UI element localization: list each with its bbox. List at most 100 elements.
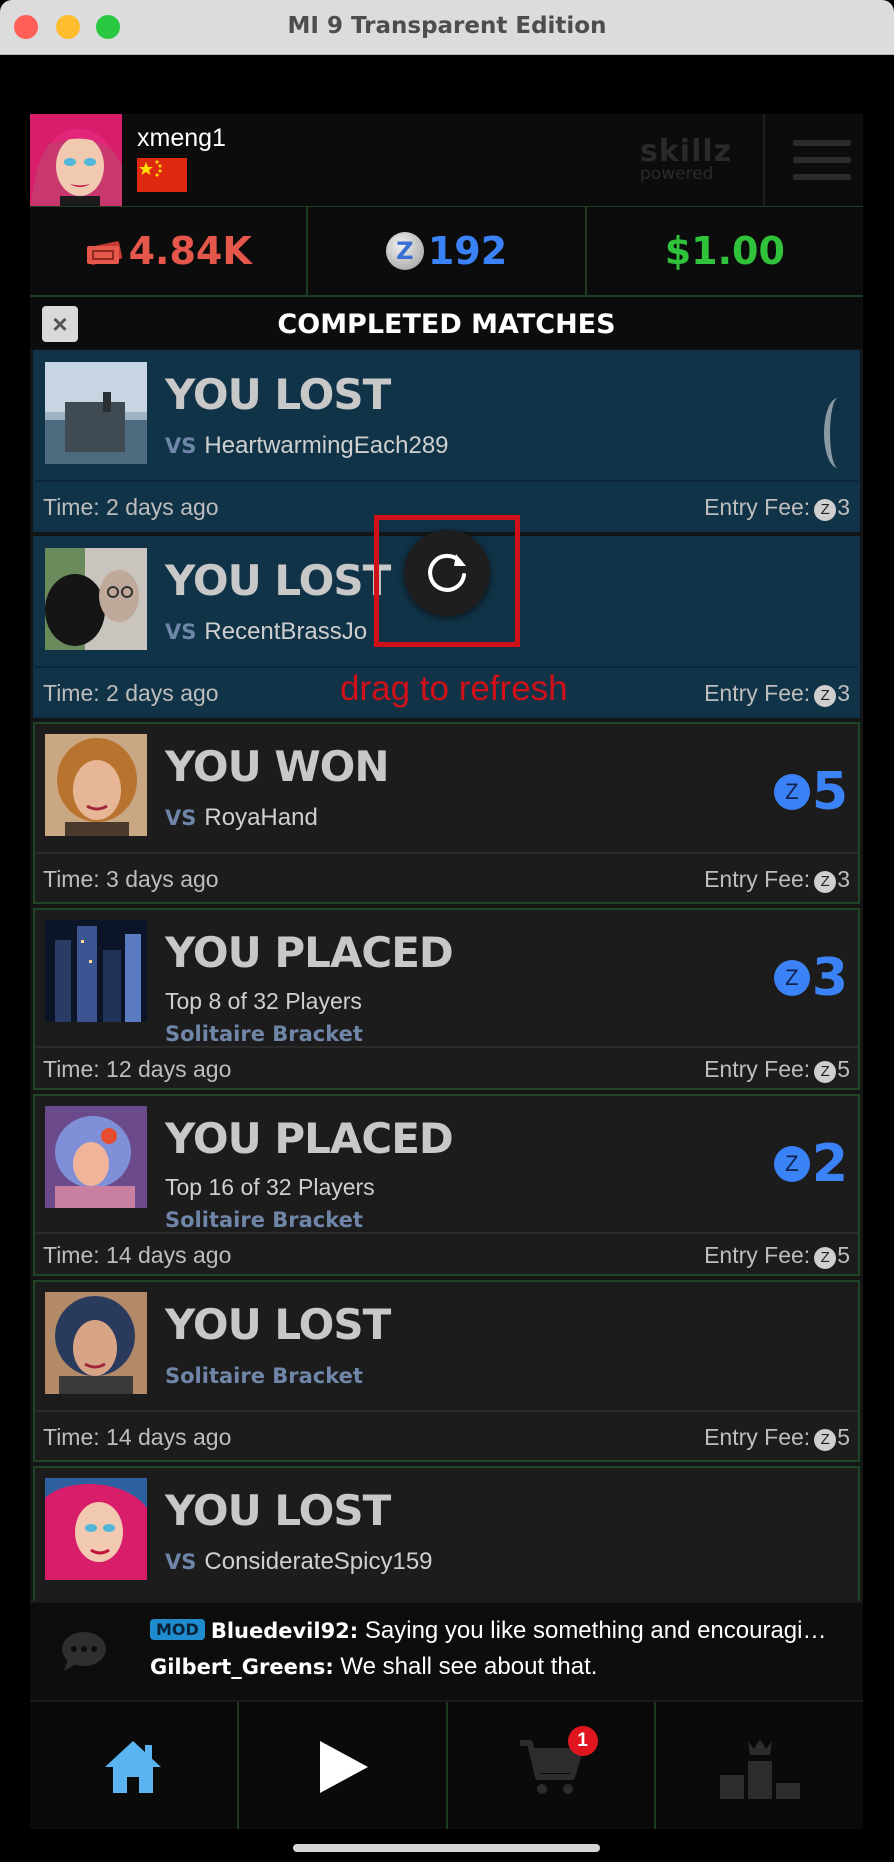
chat-ticker[interactable]: MOD Bluedevil92: Saying you like somethin… [30,1601,863,1701]
match-footer: Time: 3 days ago Entry Fee: Z 3 [35,852,858,906]
leaderboard-icon [719,1738,800,1799]
chat-message: MOD Bluedevil92: Saying you like somethin… [150,1617,850,1645]
match-card[interactable]: YOU WON VS RoyaHand Z5 Time: 3 days ago E… [33,722,860,904]
cart-badge: 1 [567,1726,598,1756]
z-coin-icon: Z [814,499,837,521]
play-icon [320,1740,369,1793]
profile-header: xmeng1 skillz powered [30,114,863,207]
match-result: YOU LOST [165,556,391,605]
menu-button[interactable] [763,114,863,206]
bracket-name: Solitaire Bracket [165,1022,363,1046]
highlight-box [374,515,520,647]
hamburger-icon [793,140,851,146]
list-title-bar: × COMPLETED MATCHES [30,297,863,349]
nav-home[interactable] [30,1702,239,1829]
avatar[interactable] [30,114,122,206]
z-coin-icon: Z [814,1061,837,1083]
match-result: YOU LOST [165,1486,391,1535]
zcoins-balance[interactable]: Z 192 [308,207,587,295]
prize: Z5 [773,762,848,822]
entry-fee-value: 3 [837,494,850,520]
vs-label: VS [165,1550,197,1574]
chat-message: Gilbert_Greens: We shall see about that. [150,1653,850,1681]
entry-fee-value: 5 [837,1424,850,1450]
prize-value: 3 [811,948,848,1008]
match-card[interactable]: YOU PLACED Top 16 of 32 Players Solitair… [33,1094,860,1276]
chat-text: Saying you like something and encouragi… [364,1617,827,1644]
match-result: YOU LOST [165,1300,391,1349]
entry-fee: Entry Fee: Z 3 [704,494,850,521]
match-footer: Time: 14 days ago Entry Fee: Z 5 [35,1232,858,1276]
nav-play[interactable] [239,1702,448,1829]
entry-fee-value: 5 [837,1242,850,1268]
placement-text: Top 8 of 32 Players [165,988,362,1014]
match-footer: Time: 14 days ago Entry Fee: Z 5 [35,1410,858,1464]
opponent-name: ConsiderateSpicy159 [204,1548,433,1575]
cash-value: $1.00 [664,229,785,273]
bracket-name: Solitaire Bracket [165,1364,363,1388]
entry-fee: Entry Fee: Z 5 [704,1424,850,1451]
match-time: Time: 14 days ago [43,1424,232,1450]
chat-sender: Bluedevil92: [210,1619,359,1643]
loading-indicator [824,398,852,468]
match-footer: Time: 12 days ago Entry Fee: Z 5 [35,1046,858,1090]
entry-fee-value: 5 [837,1056,850,1082]
match-time: Time: 2 days ago [43,680,219,706]
opponent-avatar [45,1292,147,1394]
zcoins-value: 192 [427,229,508,273]
prize-value: 5 [811,762,848,822]
username: xmeng1 [137,124,226,152]
tickets-value: 4.84K [128,229,252,273]
china-flag-icon [137,158,187,192]
match-time: Time: 12 days ago [43,1056,232,1082]
tickets-balance[interactable]: 4.84K [30,207,309,295]
currency-bar: 4.84K Z 192 $1.00 [30,207,863,297]
opponent-line: VS RoyaHand [165,804,318,832]
prize-value: 2 [811,1134,848,1194]
ticket-icon [86,241,122,265]
match-card[interactable]: YOU LOST VS HeartwarmingEach289 Time: 2 d… [33,350,860,532]
opponent-avatar [45,362,147,464]
match-result: YOU PLACED [165,928,454,977]
match-card[interactable]: YOU PLACED Top 8 of 32 Players Solitaire… [33,908,860,1090]
app-screen: xmeng1 skillz powered 4.84K Z 192 $1.00 … [30,114,863,1829]
entry-fee: Entry Fee: Z 5 [704,1242,850,1269]
cash-balance[interactable]: $1.00 [587,207,863,295]
match-time: Time: 2 days ago [43,494,219,520]
prize: Z2 [773,1134,848,1194]
drag-to-refresh-label: drag to refresh [340,669,568,708]
mod-badge: MOD [150,1619,205,1640]
match-time: Time: 3 days ago [43,866,219,892]
vs-label: VS [165,620,197,644]
chat-sender: Gilbert_Greens: [150,1655,334,1679]
placement-text: Top 16 of 32 Players [165,1174,375,1200]
page-title: COMPLETED MATCHES [277,309,616,340]
opponent-avatar [45,548,147,650]
bottom-nav: 1 [30,1700,863,1829]
z-coin-icon: Z [773,774,810,810]
opponent-line: VS HeartwarmingEach289 [165,432,449,460]
match-result: YOU PLACED [165,1114,454,1163]
chat-bubble-icon [62,1632,106,1671]
z-coin-icon: Z [814,1247,837,1269]
window-title: MI 9 Transparent Edition [287,13,607,39]
opponent-avatar [45,734,147,836]
match-card[interactable]: YOU LOST Solitaire Bracket Time: 14 days… [33,1280,860,1462]
opponent-name: RoyaHand [204,804,318,831]
z-coin-icon: Z [814,1429,837,1451]
nav-store[interactable]: 1 [448,1702,657,1829]
entry-fee: Entry Fee: Z 3 [704,866,850,893]
opponent-line: VS RecentBrassJo [165,618,367,646]
entry-fee: Entry Fee: Z 3 [704,680,850,707]
nav-leaderboard[interactable] [656,1702,863,1829]
opponent-avatar [45,1478,147,1580]
bracket-thumbnail [45,920,147,1022]
window-titlebar: MI 9 Transparent Edition [0,0,894,55]
match-result: YOU WON [165,742,390,791]
bracket-name: Solitaire Bracket [165,1208,363,1232]
opponent-line: VS ConsiderateSpicy159 [165,1548,433,1576]
z-coin-icon: Z [814,685,837,707]
home-icon [105,1740,162,1793]
home-indicator[interactable] [293,1844,600,1852]
entry-fee-value: 3 [837,866,850,892]
